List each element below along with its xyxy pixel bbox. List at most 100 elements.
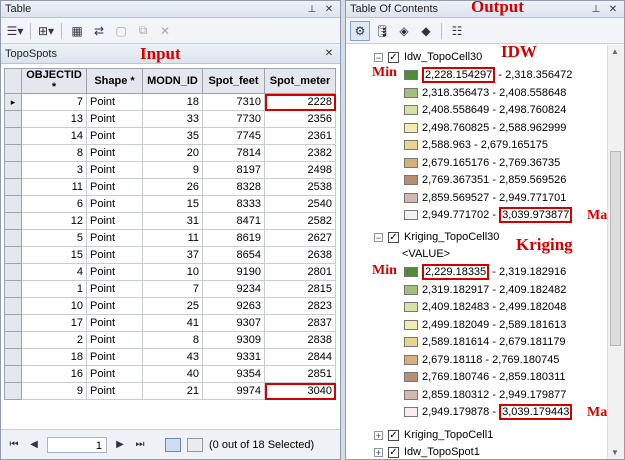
table-cell[interactable]: 2356 (264, 110, 336, 128)
scrollbar-thumb[interactable] (610, 151, 621, 346)
scroll-down-icon[interactable]: ▼ (611, 448, 619, 457)
clear-selection-icon[interactable]: ▢ (111, 21, 131, 41)
legend-class-row[interactable]: 2,859.569527 - 2,949.771701 (404, 190, 566, 206)
table-cell[interactable]: Point (86, 314, 143, 332)
row-selector[interactable] (4, 229, 22, 247)
table-cell[interactable]: 8333 (202, 195, 265, 213)
legend-class-row[interactable]: 2,409.182483 - 2,499.182048 (404, 299, 566, 315)
table-cell[interactable]: Point (86, 144, 143, 162)
table-cell[interactable]: 37 (142, 246, 203, 264)
table-cell[interactable]: Point (86, 178, 143, 196)
legend-swatch[interactable] (404, 389, 418, 400)
table-cell[interactable]: 2361 (264, 127, 336, 145)
table-cell[interactable]: Point (86, 280, 143, 298)
table-row[interactable]: 13 Point 33 7730 2356 (4, 110, 336, 128)
list-by-source-icon[interactable]: 🛢 (372, 21, 392, 41)
table-cell[interactable]: 4 (21, 263, 87, 281)
table-cell[interactable]: 2801 (264, 263, 336, 281)
table-cell[interactable]: 8471 (202, 212, 265, 230)
table-cell[interactable]: 9 (142, 161, 203, 179)
table-row[interactable]: 8 Point 20 7814 2382 (4, 144, 336, 162)
table-cell[interactable]: 13 (21, 110, 87, 128)
row-selector[interactable] (4, 144, 22, 162)
table-cell[interactable]: Point (86, 229, 143, 247)
table-cell[interactable]: 2582 (264, 212, 336, 230)
table-cell[interactable]: 11 (142, 229, 203, 247)
table-cell[interactable]: 3040 (264, 382, 336, 400)
table-cell[interactable]: Point (86, 127, 143, 145)
legend-swatch[interactable] (404, 284, 418, 295)
row-selector[interactable] (4, 314, 22, 332)
table-cell[interactable]: 8 (21, 144, 87, 162)
table-cell[interactable]: 1 (21, 280, 87, 298)
table-cell[interactable]: 8197 (202, 161, 265, 179)
legend-class-row[interactable]: 2,859.180312 - 2,949.179877 (404, 387, 566, 403)
table-cell[interactable]: 43 (142, 348, 203, 366)
layer-visibility-checkbox[interactable]: ✓ (388, 446, 399, 458)
table-cell[interactable]: 9331 (202, 348, 265, 366)
table-cell[interactable]: 2844 (264, 348, 336, 366)
table-cell[interactable]: 35 (142, 127, 203, 145)
legend-swatch[interactable] (404, 87, 418, 98)
table-cell[interactable]: Point (86, 365, 143, 383)
table-cell[interactable]: 5 (21, 229, 87, 247)
table-cell[interactable]: 9354 (202, 365, 265, 383)
table-cell[interactable]: 2228 (264, 93, 336, 111)
previous-record-icon[interactable]: ◀ (27, 439, 41, 450)
table-cell[interactable]: 2823 (264, 297, 336, 315)
first-record-icon[interactable]: ⏮ (7, 439, 21, 450)
table-row[interactable]: 12 Point 31 8471 2582 (4, 212, 336, 230)
row-selector[interactable] (4, 348, 22, 366)
row-selector[interactable] (4, 365, 22, 383)
table-cell[interactable]: 2 (21, 331, 87, 349)
table-cell[interactable]: 2627 (264, 229, 336, 247)
toc-scrollbar[interactable]: ▲ ▼ (607, 45, 624, 459)
table-cell[interactable]: 41 (142, 314, 203, 332)
row-selector[interactable] (4, 195, 22, 213)
table-options-icon[interactable]: ☰▾ (5, 21, 25, 41)
column-header[interactable]: OBJECTID * (21, 68, 87, 94)
legend-swatch[interactable] (404, 267, 418, 277)
table-cell[interactable]: 7 (21, 93, 87, 111)
row-selector[interactable] (4, 263, 22, 281)
table-cell[interactable]: 33 (142, 110, 203, 128)
table-cell[interactable]: 8619 (202, 229, 265, 247)
layer-name[interactable]: Idw_TopoCell30 (404, 51, 482, 63)
table-row[interactable]: ▸ 7 Point 18 7310 2228 (4, 93, 336, 111)
close-icon[interactable]: ✕ (606, 2, 620, 16)
pin-icon[interactable]: ⊥ (305, 2, 319, 16)
table-cell[interactable]: 40 (142, 365, 203, 383)
close-icon[interactable]: ✕ (322, 2, 336, 16)
legend-class-row[interactable]: 2,229.18335 - 2,319.182916 (404, 264, 566, 280)
delete-selected-icon[interactable]: ✕ (155, 21, 175, 41)
table-row[interactable]: 6 Point 15 8333 2540 (4, 195, 336, 213)
table-row[interactable]: 2 Point 8 9309 2838 (4, 331, 336, 349)
table-cell[interactable]: Point (86, 382, 143, 400)
table-cell[interactable]: 9974 (202, 382, 265, 400)
legend-swatch[interactable] (404, 122, 418, 133)
column-header[interactable]: Shape * (86, 68, 143, 94)
layer-row-idw-topospot1[interactable]: + ✓ Idw_TopoSpot1 (374, 444, 480, 459)
table-row[interactable]: 4 Point 10 9190 2801 (4, 263, 336, 281)
legend-swatch[interactable] (404, 372, 418, 382)
table-row[interactable]: 15 Point 37 8654 2638 (4, 246, 336, 264)
table-cell[interactable]: Point (86, 161, 143, 179)
table-cell[interactable]: 2382 (264, 144, 336, 162)
close-tab-icon[interactable]: ✕ (322, 47, 336, 61)
table-cell[interactable]: 2638 (264, 246, 336, 264)
pin-icon[interactable]: ⊥ (589, 2, 603, 16)
layer-name[interactable]: Kriging_TopoCell30 (404, 231, 499, 243)
table-cell[interactable]: Point (86, 212, 143, 230)
table-cell[interactable]: Point (86, 195, 143, 213)
table-cell[interactable]: 2815 (264, 280, 336, 298)
expand-icon[interactable]: + (374, 430, 383, 440)
legend-class-row[interactable]: 2,679.18118 - 2,769.180745 (404, 352, 559, 368)
table-cell[interactable]: 9309 (202, 331, 265, 349)
record-number-input[interactable]: 1 (47, 436, 107, 453)
table-row[interactable]: 5 Point 11 8619 2627 (4, 229, 336, 247)
legend-class-row[interactable]: 2,949.771702 - 3,039.973877 (404, 207, 573, 223)
column-header[interactable]: MODN_ID (142, 68, 203, 94)
legend-class-row[interactable]: 2,769.367351 - 2,859.569526 (404, 172, 566, 188)
legend-swatch[interactable] (404, 337, 418, 347)
legend-class-row[interactable]: 2,679.165176 - 2,769.36735 (404, 155, 560, 171)
